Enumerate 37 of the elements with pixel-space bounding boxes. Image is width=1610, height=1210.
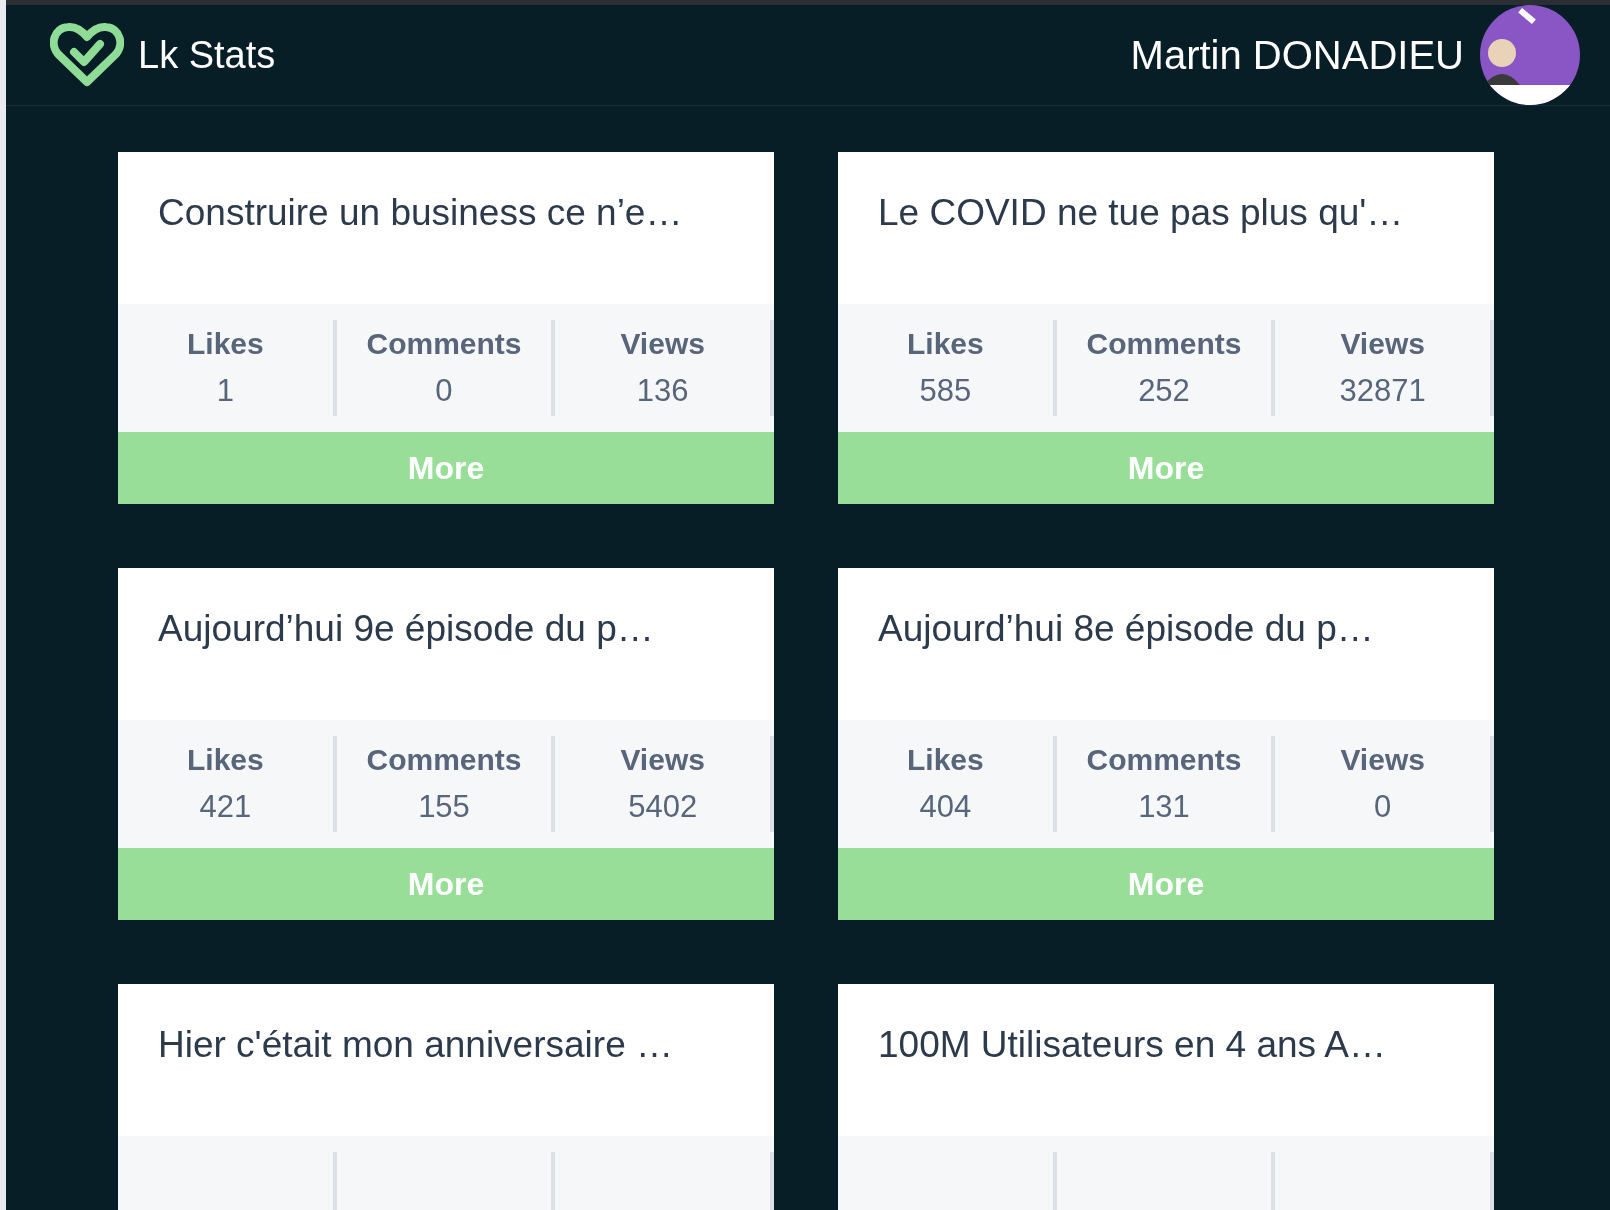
- more-button[interactable]: More: [838, 432, 1494, 504]
- post-title: Construire un business ce n’e…: [157, 191, 684, 235]
- stat-value: 136: [636, 373, 689, 409]
- stat-label: Comments: [366, 743, 522, 777]
- stat-label: Likes: [906, 743, 984, 777]
- stat-label: Comments: [1086, 743, 1242, 777]
- stat-value: 155: [418, 789, 470, 825]
- post-title: 100M Utilisateurs en 4 ans A…: [877, 1023, 1387, 1067]
- more-button[interactable]: More: [118, 848, 774, 920]
- stat-value: 252: [1138, 373, 1190, 409]
- user-name: Martin DONADIEU: [1130, 32, 1464, 78]
- stat-value: 585: [919, 373, 972, 409]
- stat-label: Comments: [1086, 327, 1242, 361]
- more-button[interactable]: More: [118, 432, 774, 504]
- stat-value: 32871: [1339, 373, 1426, 409]
- stat-label: Views: [1340, 327, 1425, 361]
- post-title: Aujourd’hui 8e épisode du p…: [877, 607, 1375, 651]
- stat-value: 131: [1138, 789, 1190, 825]
- stat-value: 5402: [628, 789, 698, 825]
- post-title: Hier c'était mon anniversaire …: [157, 1023, 674, 1067]
- app-name: Lk Stats: [138, 33, 276, 77]
- stat-label: Views: [1340, 743, 1425, 777]
- stat-label: Likes: [186, 327, 264, 361]
- stat-label: Comments: [366, 327, 522, 361]
- stat-label: Likes: [906, 327, 984, 361]
- post-title: Aujourd’hui 9e épisode du p…: [157, 607, 655, 651]
- stat-value: 1: [216, 373, 234, 409]
- post-title: Le COVID ne tue pas plus qu'…: [877, 191, 1405, 235]
- stat-label: Views: [620, 327, 705, 361]
- stat-value: 404: [919, 789, 972, 825]
- stat-value: 0: [435, 373, 453, 409]
- more-button[interactable]: More: [838, 848, 1494, 920]
- stat-label: Views: [620, 743, 705, 777]
- heart-check-icon: [50, 22, 124, 88]
- stat-label: Likes: [186, 743, 264, 777]
- stat-value: 421: [199, 789, 252, 825]
- stat-value: 0: [1374, 789, 1392, 825]
